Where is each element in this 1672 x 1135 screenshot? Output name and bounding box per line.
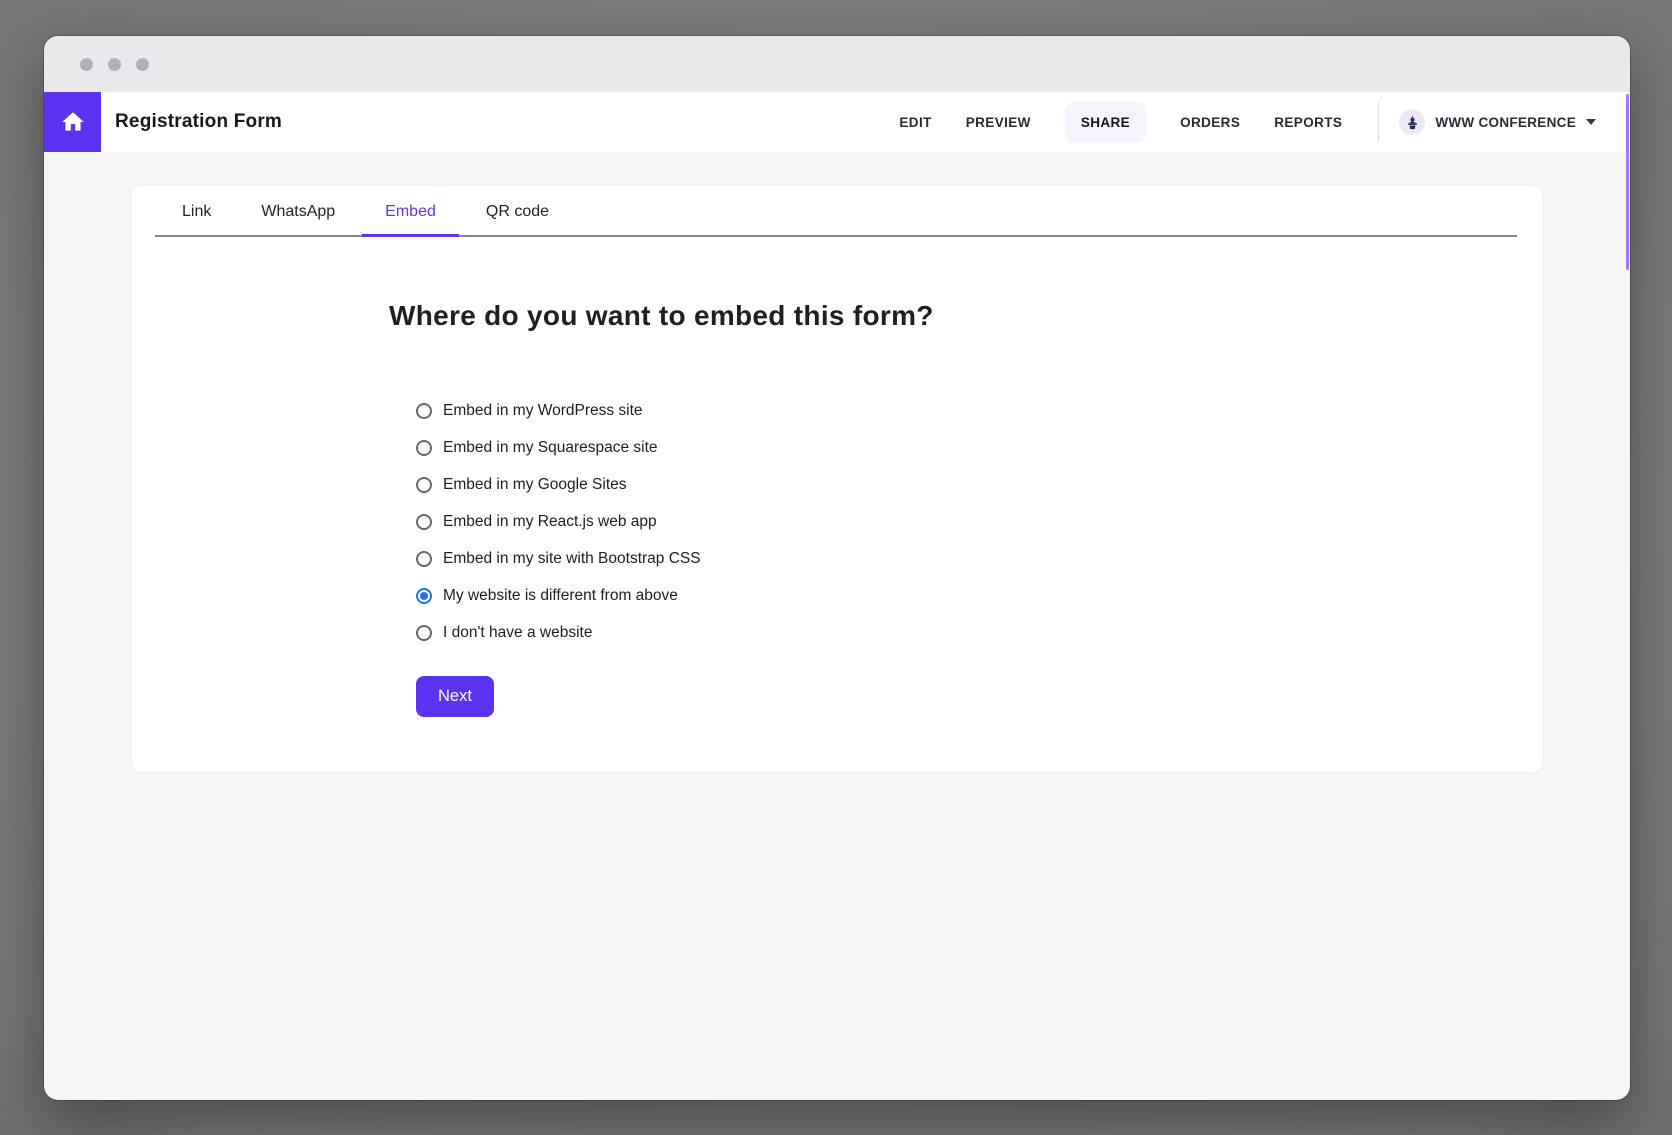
radio-option-different-website[interactable]: My website is different from above xyxy=(416,577,1502,614)
account-name: WWW CONFERENCE xyxy=(1435,115,1576,130)
option-label: I don't have a website xyxy=(443,624,592,642)
radio-icon-selected[interactable] xyxy=(416,588,432,604)
header-nav: EDIT PREVIEW SHARE ORDERS REPORTS xyxy=(899,102,1342,143)
embed-options-radiogroup: Embed in my WordPress site Embed in my S… xyxy=(416,392,1502,651)
header-divider xyxy=(1378,102,1379,142)
radio-icon[interactable] xyxy=(416,477,432,493)
home-button[interactable] xyxy=(44,92,101,152)
nav-item-share[interactable]: SHARE xyxy=(1065,102,1146,143)
radio-icon[interactable] xyxy=(416,514,432,530)
radio-icon[interactable] xyxy=(416,625,432,641)
nav-item-preview[interactable]: PREVIEW xyxy=(966,115,1031,130)
tabs-divider xyxy=(155,235,1517,237)
browser-window: Registration Form EDIT PREVIEW SHARE ORD… xyxy=(44,36,1630,1100)
app-header: Registration Form EDIT PREVIEW SHARE ORD… xyxy=(44,92,1630,152)
tab-whatsapp[interactable]: WhatsApp xyxy=(245,186,351,237)
option-label: Embed in my WordPress site xyxy=(443,402,643,420)
nav-item-reports[interactable]: REPORTS xyxy=(1274,115,1342,130)
nav-item-orders[interactable]: ORDERS xyxy=(1180,115,1240,130)
scrollbar-thumb[interactable] xyxy=(1626,94,1629,270)
radio-option-bootstrap[interactable]: Embed in my site with Bootstrap CSS xyxy=(416,540,1502,577)
window-titlebar xyxy=(44,36,1630,92)
podium-speaker-icon xyxy=(1404,114,1421,131)
window-dot-icon[interactable] xyxy=(108,58,121,71)
tab-qr-code[interactable]: QR code xyxy=(470,186,565,237)
content-area: Link WhatsApp Embed QR code Where do you… xyxy=(44,186,1630,772)
option-label: Embed in my Squarespace site xyxy=(443,439,658,457)
embed-panel: Where do you want to embed this form? Em… xyxy=(132,297,1542,767)
tab-link[interactable]: Link xyxy=(166,186,227,237)
option-label: My website is different from above xyxy=(443,587,678,605)
nav-item-edit[interactable]: EDIT xyxy=(899,115,931,130)
radio-option-google-sites[interactable]: Embed in my Google Sites xyxy=(416,466,1502,503)
share-tabs: Link WhatsApp Embed QR code xyxy=(132,186,1542,237)
window-dot-icon[interactable] xyxy=(136,58,149,71)
tab-embed[interactable]: Embed xyxy=(369,186,452,237)
panel-heading: Where do you want to embed this form? xyxy=(389,297,1502,335)
next-button[interactable]: Next xyxy=(416,676,494,717)
radio-option-react[interactable]: Embed in my React.js web app xyxy=(416,503,1502,540)
home-icon xyxy=(60,109,86,135)
radio-icon[interactable] xyxy=(416,403,432,419)
option-label: Embed in my React.js web app xyxy=(443,513,657,531)
window-dot-icon[interactable] xyxy=(80,58,93,71)
radio-icon[interactable] xyxy=(416,551,432,567)
page-title: Registration Form xyxy=(115,111,282,133)
account-menu[interactable]: WWW CONFERENCE xyxy=(1378,102,1596,142)
radio-option-wordpress[interactable]: Embed in my WordPress site xyxy=(416,392,1502,429)
radio-option-no-website[interactable]: I don't have a website xyxy=(416,614,1502,651)
avatar xyxy=(1399,109,1425,135)
option-label: Embed in my site with Bootstrap CSS xyxy=(443,550,701,568)
caret-down-icon xyxy=(1586,119,1596,125)
share-card: Link WhatsApp Embed QR code Where do you… xyxy=(132,186,1542,772)
option-label: Embed in my Google Sites xyxy=(443,476,627,494)
radio-icon[interactable] xyxy=(416,440,432,456)
radio-option-squarespace[interactable]: Embed in my Squarespace site xyxy=(416,429,1502,466)
